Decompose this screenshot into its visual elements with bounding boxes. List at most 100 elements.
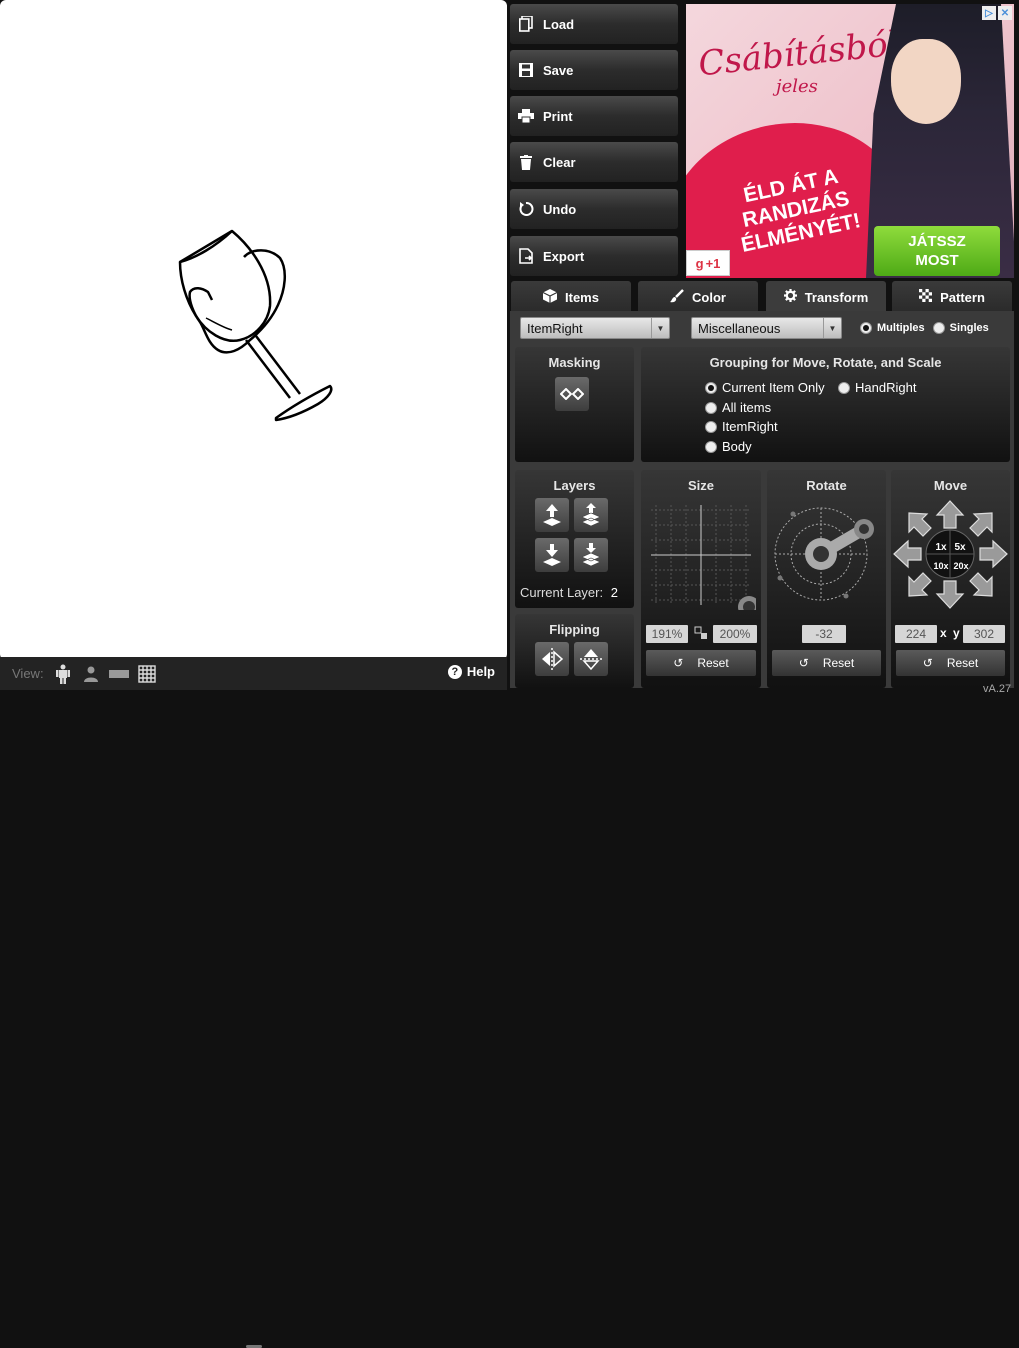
group-option-all-items[interactable]: All items <box>705 400 771 415</box>
arrow-to-bottom-icon <box>582 543 600 567</box>
arrow-up-icon <box>543 504 561 526</box>
wide-view-icon[interactable] <box>108 664 130 684</box>
size-reset-button[interactable]: ↺ Reset <box>646 650 756 676</box>
move-up-right-arrow[interactable] <box>969 512 993 537</box>
grouping-title: Grouping for Move, Rotate, and Scale <box>709 355 942 370</box>
move-down-right-arrow[interactable] <box>969 572 993 597</box>
ad-info-icon[interactable]: ▷ <box>982 6 996 20</box>
layers-box: Layers Current Layer: 2 <box>515 470 634 608</box>
view-bar: View: ? Help <box>0 657 507 1348</box>
move-pad[interactable] <box>891 498 1010 613</box>
layer-bottom-button[interactable] <box>574 538 608 572</box>
flipping-title: Flipping <box>549 622 600 637</box>
save-button[interactable]: Save <box>510 50 678 90</box>
move-down-arrow[interactable] <box>935 580 965 609</box>
reset-label: Reset <box>697 656 729 670</box>
tab-transform[interactable]: Transform <box>766 281 886 313</box>
rotate-value[interactable]: -32 <box>802 625 846 643</box>
ad-close-icon[interactable]: ✕ <box>998 6 1012 20</box>
export-button[interactable]: Export <box>510 236 678 276</box>
step-10x[interactable]: 10x <box>931 561 951 571</box>
move-up-left-arrow[interactable] <box>908 512 932 537</box>
group-option-itemright[interactable]: ItemRight <box>705 419 778 434</box>
reset-label: Reset <box>822 656 855 670</box>
clear-label: Clear <box>543 154 576 170</box>
size-height-value[interactable]: 200% <box>713 625 757 643</box>
ad-play-button[interactable]: JÁTSSZ MOST <box>874 226 1000 276</box>
radio-on-icon <box>705 381 717 394</box>
full-body-view-icon[interactable] <box>52 664 74 684</box>
category-select[interactable]: Miscellaneous ▼ <box>691 317 842 339</box>
step-20x[interactable]: 20x <box>951 561 971 571</box>
move-x-value[interactable]: 224 <box>895 625 937 643</box>
ad-brand-sub: jeles <box>776 76 818 97</box>
item-select[interactable]: ItemRight ▼ <box>520 317 670 339</box>
tab-items[interactable]: Items <box>511 281 631 313</box>
size-box: Size 191% 200% ↺ Reset <box>641 470 761 688</box>
tab-items-label: Items <box>565 289 599 305</box>
load-button[interactable]: Load <box>510 4 678 44</box>
multiples-label: Multiples <box>877 322 925 334</box>
rotate-reset-button[interactable]: ↺ Reset <box>772 650 881 676</box>
radio-off-icon <box>705 401 717 414</box>
move-reset-button[interactable]: ↺ Reset <box>896 650 1005 676</box>
move-left-arrow[interactable] <box>893 539 922 569</box>
tab-pattern-label: Pattern <box>940 289 985 305</box>
advertisement[interactable]: Csábításból jeles ÉLD ÁT A RANDIZÁS ÉLMÉ… <box>686 4 1014 278</box>
singles-radio[interactable]: Singles <box>932 322 989 334</box>
google-plus-button[interactable]: g +1 <box>686 250 730 276</box>
masking-box: Masking <box>515 347 634 462</box>
flip-vertical-button[interactable] <box>574 642 608 676</box>
undo-label: Undo <box>543 201 577 217</box>
size-grid[interactable] <box>646 500 756 610</box>
aspect-lock-icon[interactable] <box>694 626 708 645</box>
undo-button[interactable]: Undo <box>510 189 678 229</box>
help-label: Help <box>466 664 495 679</box>
group-option-body[interactable]: Body <box>705 439 752 454</box>
flip-horizontal-button[interactable] <box>535 642 569 676</box>
gear-icon <box>783 289 797 305</box>
group-option-handright[interactable]: HandRight <box>838 380 916 395</box>
step-1x[interactable]: 1x <box>933 542 949 553</box>
move-up-arrow[interactable] <box>935 500 965 529</box>
bust-view-icon[interactable] <box>80 664 102 684</box>
print-button[interactable]: Print <box>510 96 678 136</box>
item-select-value: ItemRight <box>527 321 583 336</box>
drawing-canvas[interactable] <box>0 0 507 660</box>
layer-up-button[interactable] <box>535 498 569 532</box>
group-option-label: Body <box>722 439 752 454</box>
size-width-number: 191 <box>651 627 672 641</box>
size-width-value[interactable]: 191% <box>646 625 688 643</box>
wine-glass-drawing[interactable] <box>0 0 507 660</box>
layers-title: Layers <box>553 478 596 493</box>
grid-view-icon[interactable] <box>136 664 158 684</box>
flip-vertical-icon <box>580 649 602 671</box>
grouping-box: Grouping for Move, Rotate, and Scale Cur… <box>641 347 1010 462</box>
layer-top-button[interactable] <box>574 498 608 532</box>
move-down-left-arrow[interactable] <box>908 572 932 597</box>
help-button[interactable]: ? Help <box>447 664 495 679</box>
brush-icon <box>670 288 684 306</box>
tab-color[interactable]: Color <box>638 281 758 313</box>
move-title: Move <box>933 478 968 493</box>
rotate-dial[interactable] <box>769 500 884 610</box>
move-y-value[interactable]: 302 <box>963 625 1005 643</box>
tab-pattern[interactable]: Pattern <box>892 281 1012 313</box>
floppy-icon <box>518 62 534 78</box>
size-unit: % <box>739 627 751 641</box>
current-layer: Current Layer: 2 <box>520 585 618 600</box>
clear-button[interactable]: Clear <box>510 142 678 182</box>
step-5x[interactable]: 5x <box>952 542 968 553</box>
singles-label: Singles <box>949 322 989 334</box>
reset-icon: ↺ <box>922 656 933 670</box>
ad-cta-line1: JÁTSSZ <box>908 233 966 250</box>
mask-button[interactable] <box>555 377 589 411</box>
move-right-arrow[interactable] <box>979 539 1008 569</box>
checker-icon <box>919 289 933 305</box>
reset-icon: ↺ <box>798 656 809 670</box>
group-option-current-item[interactable]: Current Item Only <box>705 380 825 395</box>
multiples-radio[interactable]: Multiples <box>860 322 925 334</box>
radio-off-icon <box>932 322 945 334</box>
layer-down-button[interactable] <box>535 538 569 572</box>
group-option-label: All items <box>722 400 772 415</box>
